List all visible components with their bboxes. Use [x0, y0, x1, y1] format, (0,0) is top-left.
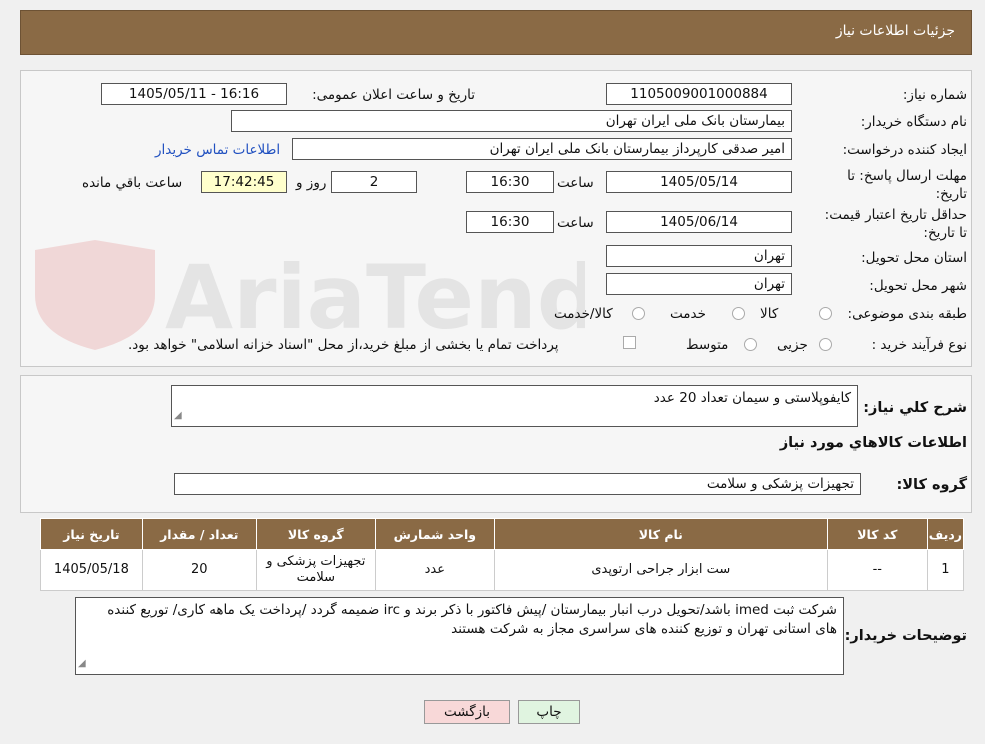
announce-field: 1405/05/11 - 16:16	[101, 83, 287, 105]
validity-time-label: ساعت	[557, 215, 594, 231]
category-both-radio[interactable]	[632, 307, 645, 320]
validity-label: حداقل تاریخ اعتبار قیمت: تا تاریخ:	[824, 207, 967, 241]
buyer-org-field: بیمارستان بانک ملی ایران تهران	[231, 110, 792, 132]
category-goods-radio[interactable]	[819, 307, 832, 320]
payment-note: پرداخت تمام یا بخشی از مبلغ خرید،از محل …	[128, 337, 559, 353]
buyer-notes-label: توضیحات خریدار:	[844, 628, 967, 644]
deadline-label: مهلت ارسال پاسخ: تا تاریخ:	[847, 168, 967, 202]
goods-section-title: اطلاعات كالاهاي مورد نياز	[779, 435, 967, 451]
general-description-field: کایفوپلاستی و سیمان تعداد 20 عدد ◢	[171, 385, 858, 427]
category-service-label: خدمت	[670, 306, 706, 322]
category-service-radio[interactable]	[732, 307, 745, 320]
col-row: رديف	[926, 518, 965, 550]
creator-label: ایجاد کننده درخواست:	[842, 142, 967, 158]
category-goods-label: کالا	[760, 306, 779, 322]
deadline-date-field: 1405/05/14	[606, 171, 792, 193]
need-number-label: شماره نیاز:	[902, 87, 967, 103]
print-button[interactable]: چاپ	[518, 700, 580, 724]
col-quantity: تعداد / مقدار	[141, 518, 257, 550]
city-label: شهر محل تحویل:	[869, 278, 967, 294]
cell-unit: عدد	[374, 549, 495, 591]
cell-code: --	[826, 549, 928, 591]
process-medium-label: متوسط	[686, 337, 729, 353]
creator-field: امیر صدقی کارپرداز بیمارستان بانک ملی ای…	[292, 138, 792, 160]
col-unit: واحد شمارش	[374, 518, 495, 550]
col-name: نام کالا	[493, 518, 828, 550]
process-label: نوع فرآیند خرید :	[871, 337, 967, 353]
deadline-time-field: 16:30	[466, 171, 554, 193]
general-description-label: شرح كلي نياز:	[863, 400, 967, 416]
cell-name: ست ابزار جراحی ارتوپدی	[493, 549, 828, 591]
validity-time-field: 16:30	[466, 211, 554, 233]
province-field: تهران	[606, 245, 792, 267]
cell-row: 1	[926, 549, 965, 591]
validity-date-field: 1405/06/14	[606, 211, 792, 233]
goods-table: رديف کد کالا نام کالا واحد شمارش گروه کا…	[40, 518, 965, 591]
days-label: روز و	[296, 175, 327, 191]
process-partial-radio[interactable]	[819, 338, 832, 351]
announce-label: تاریخ و ساعت اعلان عمومی:	[312, 87, 475, 103]
goods-group-label: گروه كالا:	[896, 477, 967, 493]
city-field: تهران	[606, 273, 792, 295]
goods-group-field: تجهیزات پزشکی و سلامت	[174, 473, 861, 495]
page-header: جزئیات اطلاعات نیاز	[20, 10, 972, 55]
cell-need-date: 1405/05/18	[40, 549, 143, 591]
resize-grip-icon[interactable]: ◢	[78, 654, 86, 673]
category-label: طبقه بندی موضوعی:	[847, 306, 967, 322]
back-button[interactable]: بازگشت	[424, 700, 510, 724]
province-label: استان محل تحویل:	[861, 250, 967, 266]
resize-grip-icon[interactable]: ◢	[174, 406, 182, 425]
buyer-notes-text: شرکت ثبت imed باشد/تحویل درب انبار بیمار…	[107, 602, 837, 637]
days-remaining-field: 2	[331, 171, 417, 193]
col-code: کد کالا	[826, 518, 928, 550]
table-row: 1 -- ست ابزار جراحی ارتوپدی عدد تجهیزات …	[40, 549, 965, 591]
buyer-contact-link[interactable]: اطلاعات تماس خریدار	[155, 142, 280, 158]
col-need-date: تاریخ نیاز	[40, 518, 143, 550]
deadline-time-label: ساعت	[557, 175, 594, 191]
category-both-label: کالا/خدمت	[554, 306, 613, 322]
cell-quantity: 20	[141, 549, 257, 591]
treasury-payment-checkbox[interactable]	[623, 336, 636, 349]
page-title: جزئیات اطلاعات نیاز	[835, 23, 955, 39]
buyer-org-label: نام دستگاه خریدار:	[860, 114, 967, 130]
general-description-text: کایفوپلاستی و سیمان تعداد 20 عدد	[653, 390, 851, 406]
cell-group: تجهیزات پزشکی و سلامت	[255, 549, 376, 591]
need-number-field: 1105009001000884	[606, 83, 792, 105]
col-group: گروه کالا	[255, 518, 376, 550]
goods-table-header: رديف کد کالا نام کالا واحد شمارش گروه کا…	[40, 518, 965, 550]
time-remaining-field: 17:42:45	[201, 171, 287, 193]
process-partial-label: جزیی	[777, 337, 808, 353]
time-remaining-label: ساعت باقي مانده	[82, 175, 183, 191]
buyer-notes-field: شرکت ثبت imed باشد/تحویل درب انبار بیمار…	[75, 597, 844, 675]
process-medium-radio[interactable]	[744, 338, 757, 351]
